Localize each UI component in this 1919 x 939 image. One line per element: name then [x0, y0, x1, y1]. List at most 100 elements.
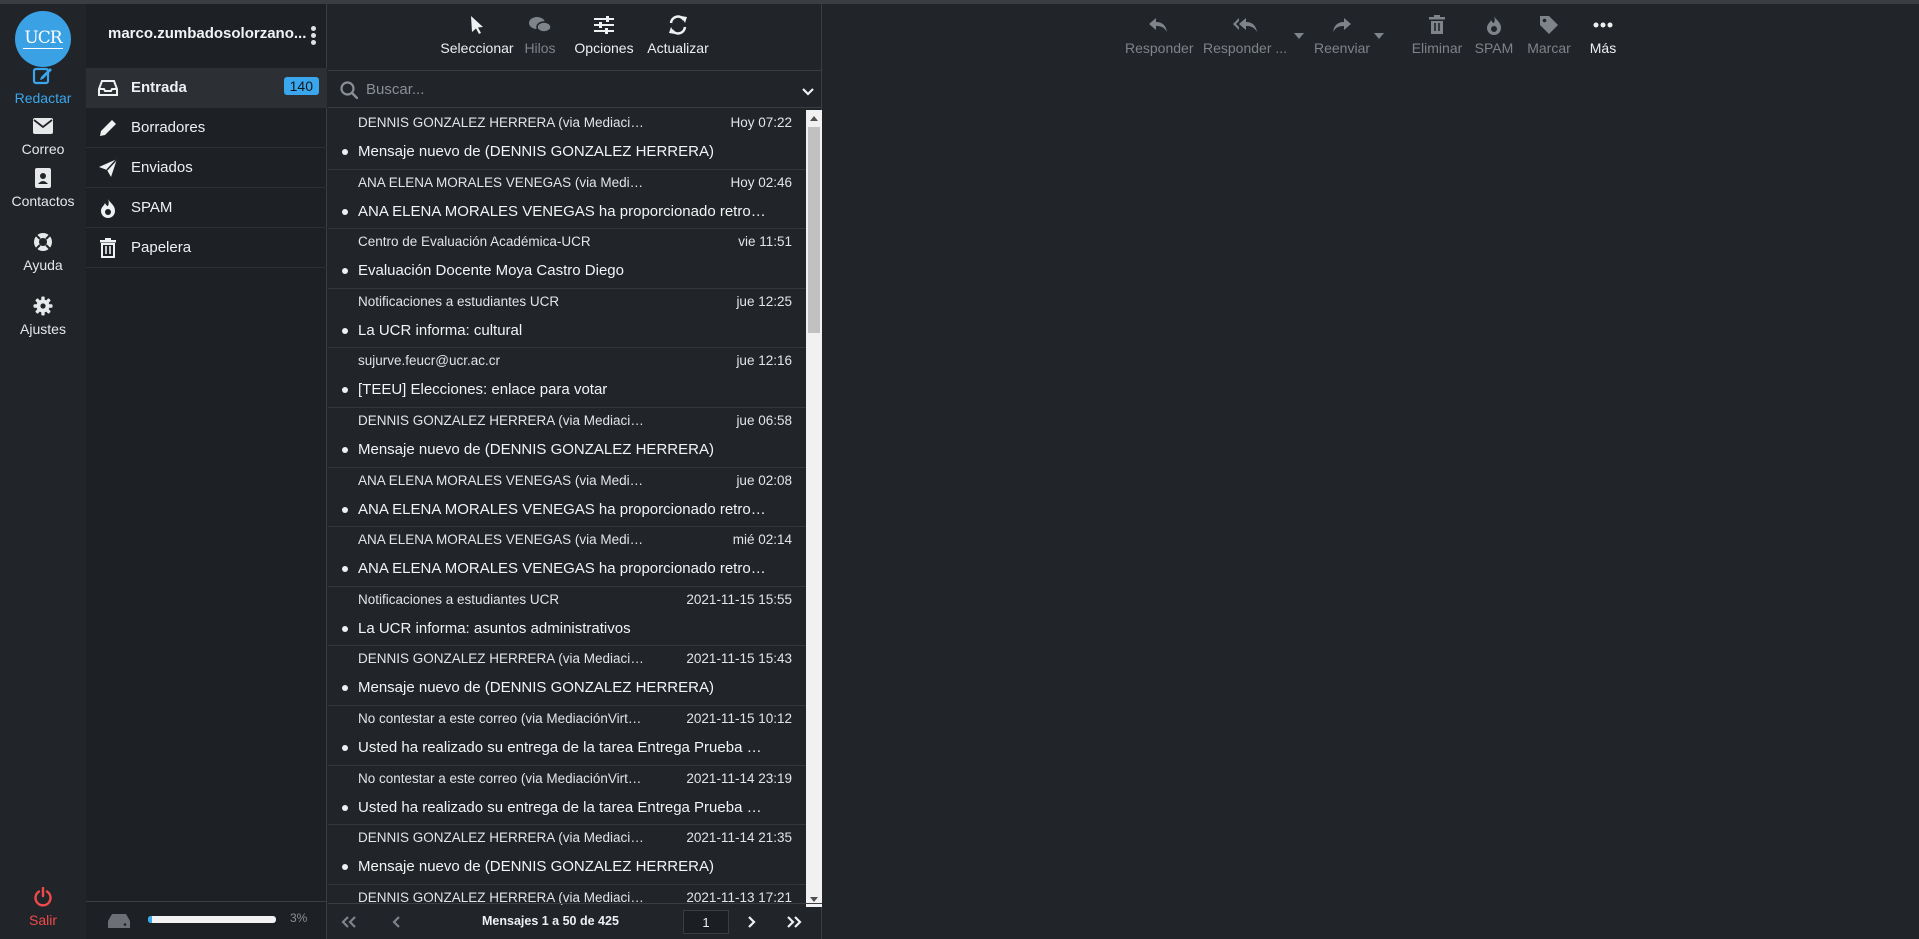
folder-trash-label: Papelera — [131, 239, 192, 256]
unread-dot-icon — [342, 625, 348, 632]
message-sender: No contestar a este correo (via Mediació… — [358, 770, 648, 786]
first-page-icon[interactable] — [340, 912, 358, 932]
message-row[interactable]: No contestar a este correo (via Mediació… — [328, 766, 806, 826]
select-label: Seleccionar — [440, 40, 514, 56]
unread-dot-icon — [342, 387, 348, 394]
nav-mail[interactable]: Correo — [0, 114, 86, 157]
unread-count-badge: 140 — [283, 77, 319, 95]
message-row[interactable]: DENNIS GONZALEZ HERRERA (via MediaciónVi… — [328, 408, 806, 468]
message-row[interactable]: DENNIS GONZALEZ HERRERA (via MediaciónVi… — [328, 825, 806, 885]
folder-inbox[interactable]: Entrada 140 — [86, 68, 327, 108]
account-menu-icon[interactable] — [311, 26, 317, 47]
refresh-button[interactable]: Actualizar — [646, 12, 710, 56]
pencil-icon — [97, 117, 119, 139]
fire-icon — [1471, 12, 1517, 38]
message-subject: [TEEU] Elecciones: enlace para votar — [358, 381, 608, 399]
message-sender: DENNIS GONZALEZ HERRERA (via MediaciónVi… — [358, 412, 648, 428]
folder-drafts[interactable]: Borradores — [86, 108, 327, 148]
reply-button[interactable]: Responder — [1125, 12, 1194, 56]
unread-dot-icon — [342, 327, 348, 334]
nav-compose[interactable]: Redactar — [0, 63, 86, 106]
message-sender: Notificaciones a estudiantes UCR — [358, 293, 560, 309]
message-date: mié 02:14 — [732, 532, 792, 548]
message-date: jue 06:58 — [736, 412, 792, 428]
nav-help[interactable]: Ayuda — [0, 230, 86, 273]
reply-all-button[interactable]: Responder ... — [1203, 12, 1287, 56]
message-sender: Notificaciones a estudiantes UCR — [358, 591, 560, 607]
folder-trash[interactable]: Papelera — [86, 228, 327, 268]
folder-inbox-label: Entrada — [131, 79, 187, 96]
spam-button[interactable]: SPAM — [1471, 12, 1517, 56]
message-row[interactable]: No contestar a este correo (via Mediació… — [328, 706, 806, 766]
tag-icon — [1523, 12, 1575, 38]
message-list: DENNIS GONZALEZ HERRERA (via MediaciónVi… — [328, 110, 806, 907]
select-button[interactable]: Seleccionar — [440, 12, 514, 56]
unread-dot-icon — [342, 506, 348, 513]
next-page-icon[interactable] — [746, 912, 756, 932]
message-list-scrollbar[interactable] — [806, 110, 822, 907]
message-row[interactable]: ANA ELENA MORALES VENEGAS (via Mediación… — [328, 170, 806, 230]
message-subject: Mensaje nuevo de (DENNIS GONZALEZ HERRER… — [358, 440, 714, 458]
folder-spam-label: SPAM — [131, 199, 173, 216]
reply-all-label: Responder ... — [1203, 40, 1288, 56]
unread-dot-icon — [342, 744, 348, 751]
storage-quota: 3% — [86, 901, 327, 939]
reply-all-dropdown-icon[interactable] — [1294, 33, 1304, 39]
nav-mail-label: Correo — [21, 141, 65, 157]
message-row[interactable]: ANA ELENA MORALES VENEGAS (via Mediación… — [328, 468, 806, 528]
nav-settings-label: Ajustes — [20, 321, 66, 337]
message-row[interactable]: Centro de Evaluación Académica-UCR vie 11… — [328, 229, 806, 289]
delete-button[interactable]: Eliminar — [1407, 12, 1467, 56]
search-input[interactable] — [366, 77, 766, 101]
message-row[interactable]: Notificaciones a estudiantes UCR jue 12:2… — [328, 289, 806, 349]
reply-all-icon — [1203, 12, 1287, 38]
message-subject: ANA ELENA MORALES VENEGAS ha proporciona… — [358, 560, 768, 578]
nav-contacts[interactable]: Contactos — [0, 166, 86, 209]
last-page-icon[interactable] — [785, 912, 803, 932]
scroll-up-arrow-icon[interactable] — [806, 110, 822, 126]
logout-button[interactable]: Salir — [0, 885, 86, 928]
ucr-logo[interactable]: UCR — [15, 11, 71, 67]
unread-dot-icon — [342, 566, 348, 573]
logout-label: Salir — [28, 912, 57, 928]
forward-dropdown-icon[interactable] — [1374, 33, 1384, 39]
message-count-text: Mensajes 1 a 50 de 425 — [482, 914, 619, 928]
more-button[interactable]: Más — [1581, 12, 1625, 56]
scrollbar-thumb[interactable] — [808, 127, 820, 333]
message-date: jue 12:16 — [736, 353, 792, 369]
main-nav-rail: UCR Redactar Correo Contactos Ayuda Ajus… — [0, 4, 86, 939]
search-options-chevron-icon[interactable] — [802, 83, 814, 99]
lifebuoy-icon — [0, 230, 86, 254]
trash-icon — [1407, 12, 1467, 38]
message-row[interactable]: DENNIS GONZALEZ HERRERA (via MediaciónVi… — [328, 110, 806, 170]
search-icon — [340, 81, 359, 102]
refresh-icon — [646, 12, 710, 38]
message-row[interactable]: Notificaciones a estudiantes UCR 2021-11-… — [328, 587, 806, 647]
options-button[interactable]: Opciones — [572, 12, 636, 56]
threads-button[interactable]: Hilos — [520, 12, 560, 56]
ellipsis-icon — [1581, 12, 1625, 38]
nav-compose-label: Redactar — [14, 90, 72, 106]
account-name: marco.zumbadosolorzano... — [108, 25, 307, 42]
message-sender: sujurve.feucr@ucr.ac.cr — [358, 353, 501, 369]
message-date: Hoy 07:22 — [730, 115, 792, 130]
folder-spam[interactable]: SPAM — [86, 188, 327, 228]
message-row[interactable]: ANA ELENA MORALES VENEGAS (via Mediación… — [328, 527, 806, 587]
previous-page-icon[interactable] — [392, 912, 402, 932]
unread-dot-icon — [342, 208, 348, 215]
forward-button[interactable]: Reenviar — [1309, 12, 1375, 56]
unread-dot-icon — [342, 804, 348, 811]
mark-button[interactable]: Marcar — [1523, 12, 1575, 56]
inbox-icon — [97, 77, 119, 99]
message-date: jue 02:08 — [736, 472, 792, 488]
nav-settings[interactable]: Ajustes — [0, 294, 86, 337]
page-number-input[interactable] — [683, 910, 729, 934]
compose-icon — [0, 63, 86, 87]
message-subject: Mensaje nuevo de (DENNIS GONZALEZ HERRER… — [358, 143, 714, 160]
folder-sent[interactable]: Enviados — [86, 148, 327, 188]
message-row[interactable]: sujurve.feucr@ucr.ac.cr jue 12:16 [TEEU] E… — [328, 348, 806, 408]
refresh-label: Actualizar — [647, 40, 709, 56]
message-sender: DENNIS GONZALEZ HERRERA (via MediaciónVi… — [358, 115, 648, 130]
nav-contacts-label: Contactos — [11, 193, 75, 209]
message-row[interactable]: DENNIS GONZALEZ HERRERA (via MediaciónVi… — [328, 646, 806, 706]
